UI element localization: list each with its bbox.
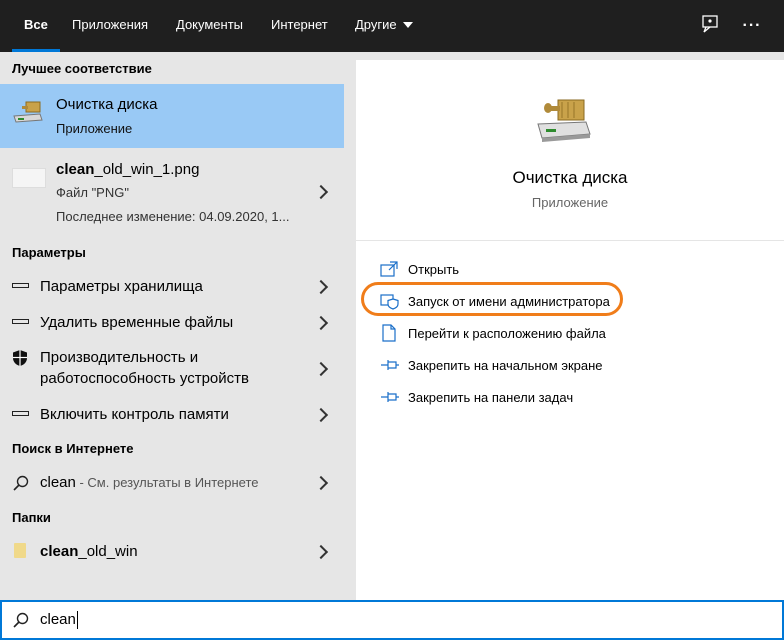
file-location-icon xyxy=(380,324,402,344)
tab-label: Приложения xyxy=(72,17,149,32)
text-caret xyxy=(76,611,78,630)
chevron-right-icon[interactable] xyxy=(313,361,329,377)
settings-item-label-line1: Производительность и xyxy=(40,349,199,366)
file-result-title: clean_old_win_1.png xyxy=(56,161,199,178)
match-highlight: clean xyxy=(56,161,95,178)
search-input[interactable]: clean xyxy=(40,611,78,630)
action-label: Закрепить на панели задач xyxy=(408,390,574,405)
divider xyxy=(356,240,784,241)
disk-cleanup-large-icon xyxy=(532,96,596,149)
more-options-icon[interactable]: ··· xyxy=(740,14,764,38)
file-type: Файл "PNG" xyxy=(56,185,129,200)
chevron-right-icon[interactable] xyxy=(313,407,329,423)
best-match-item[interactable]: Очистка диска Приложение xyxy=(0,84,344,148)
action-label: Открыть xyxy=(408,262,460,277)
web-search-item[interactable]: clean - См. результаты в Интернете xyxy=(0,468,344,498)
settings-item-label: Параметры хранилища xyxy=(40,278,203,295)
action-label: Перейти к расположению файла xyxy=(408,326,606,341)
settings-item-label-line2: работоспособность устройств xyxy=(40,370,249,387)
file-name-rest: _old_win_1.png xyxy=(94,161,200,178)
image-file-icon xyxy=(12,168,46,188)
file-result-item[interactable]: clean_old_win_1.png Файл "PNG" Последнее… xyxy=(0,152,344,232)
settings-item-storage-sense[interactable]: Включить контроль памяти xyxy=(0,400,344,430)
tab-label: Другие xyxy=(355,17,397,32)
best-match-header: Лучшее соответствие xyxy=(12,61,152,76)
pin-icon xyxy=(380,356,402,376)
search-box[interactable]: clean xyxy=(0,600,784,640)
settings-item-temp-files[interactable]: Удалить временные файлы xyxy=(0,308,344,338)
web-search-header: Поиск в Интернете xyxy=(12,441,134,456)
folder-icon xyxy=(14,543,26,558)
search-icon xyxy=(12,474,30,497)
settings-item-label: Включить контроль памяти xyxy=(40,406,229,423)
file-modified: Последнее изменение: 04.09.2020, 1... xyxy=(56,209,290,224)
tab-label: Интернет xyxy=(271,17,328,32)
open-icon xyxy=(380,260,402,280)
settings-header: Параметры xyxy=(12,245,86,260)
preview-app-title: Очистка диска xyxy=(512,168,628,187)
preview-app-type: Приложение xyxy=(531,195,609,210)
chevron-right-icon[interactable] xyxy=(313,184,329,200)
tab-web[interactable]: Интернет xyxy=(259,0,340,52)
chevron-right-icon[interactable] xyxy=(313,475,329,491)
best-match-subtitle: Приложение xyxy=(56,121,133,136)
folder-name-rest: _old_win xyxy=(78,543,138,560)
storage-icon xyxy=(12,283,29,288)
folder-name: clean_old_win xyxy=(40,543,138,560)
search-input-value: clean xyxy=(40,611,76,628)
shield-icon xyxy=(12,349,28,372)
tab-label: Все xyxy=(24,17,48,32)
disk-cleanup-icon xyxy=(12,98,44,135)
folder-result-item[interactable]: clean_old_win xyxy=(0,537,344,567)
settings-item-device-health[interactable]: Производительность и работоспособность у… xyxy=(0,344,344,392)
settings-item-label: Удалить временные файлы xyxy=(40,314,234,331)
tab-apps[interactable]: Приложения xyxy=(60,0,160,52)
chevron-right-icon[interactable] xyxy=(313,544,329,560)
folders-header: Папки xyxy=(12,510,51,525)
chevron-right-icon[interactable] xyxy=(313,315,329,331)
tab-documents[interactable]: Документы xyxy=(164,0,255,52)
tab-label: Документы xyxy=(176,17,244,32)
storage-icon xyxy=(12,411,29,416)
settings-item-storage[interactable]: Параметры хранилища xyxy=(0,272,344,302)
pin-icon xyxy=(380,388,402,408)
preview-pane: Очистка диска Приложение Открыть Запуск … xyxy=(356,60,784,600)
web-search-query: clean xyxy=(40,474,76,491)
action-label: Закрепить на начальном экране xyxy=(408,358,603,373)
web-search-suffix: - См. результаты в Интернете xyxy=(75,475,259,490)
chevron-right-icon[interactable] xyxy=(313,279,329,295)
search-scope-bar: Все Приложения Документы Интернет Другие… xyxy=(0,0,784,52)
web-search-text: clean - См. результаты в Интернете xyxy=(40,474,259,492)
annotation-highlight xyxy=(361,282,623,316)
storage-icon xyxy=(12,319,29,324)
feedback-icon[interactable] xyxy=(698,14,722,38)
tab-more[interactable]: Другие xyxy=(343,0,425,52)
chevron-down-icon xyxy=(402,21,413,28)
best-match-title: Очистка диска xyxy=(56,96,158,113)
match-highlight: clean xyxy=(40,543,79,560)
search-icon xyxy=(12,611,30,634)
tab-all[interactable]: Все xyxy=(12,0,60,52)
